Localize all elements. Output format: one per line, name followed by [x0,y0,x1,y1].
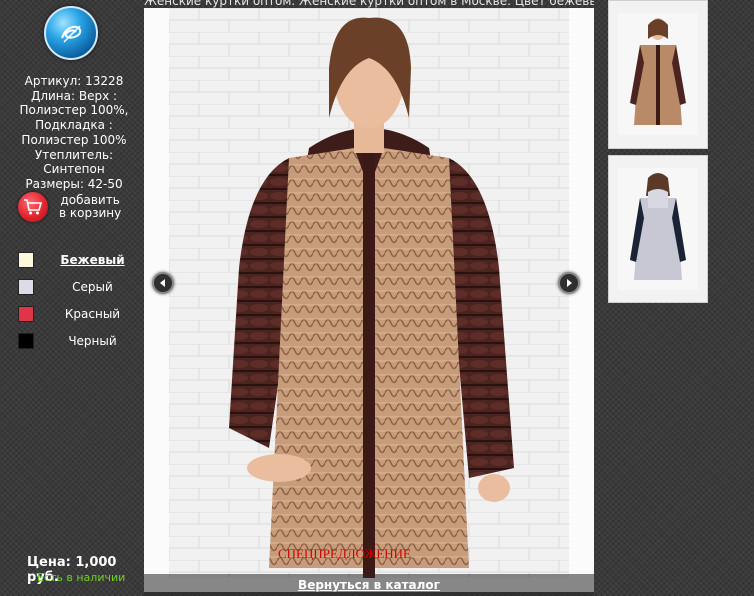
spec-line: Подкладка : [35,118,113,133]
thumbnail-grey[interactable] [608,155,708,303]
cart-icon [18,192,48,222]
spec-line: Артикул: 13228 [24,74,124,88]
color-swatch [18,305,34,322]
color-swatch [18,278,34,295]
spec-line: Утеплитель: [34,147,114,162]
color-option-red[interactable]: Красный [18,300,143,327]
back-to-catalog-link[interactable]: Вернуться в каталог [144,574,594,596]
product-info-panel: Артикул: 13228 Длина: Верх : Полиэстер 1… [0,0,148,596]
arrow-left-icon[interactable] [152,272,174,294]
cart-label-line2: в корзину [59,206,122,220]
color-swatch [18,251,34,268]
spec-line: Размеры: 42-50 [25,176,123,191]
color-label: Черный [68,333,117,348]
arrow-right-icon[interactable] [558,272,580,294]
product-image-viewer [144,8,594,592]
color-option-beige[interactable]: Бежевый [18,246,143,273]
thumbnail-image [618,168,698,290]
special-offer-label: спецпредложение [278,546,412,561]
add-to-cart-button[interactable]: добавить в корзину [18,192,138,222]
color-options: Бежевый Серый Красный Черный [18,246,143,354]
cart-label-line1: добавить [60,193,120,207]
color-label: Красный [64,306,121,321]
product-caption: Женские куртки оптом. Женские куртки опт… [144,0,594,8]
thumbnail-beige[interactable] [608,0,708,149]
color-label: Серый [72,279,113,294]
spec-line: Полиэстер 100%, [19,103,129,118]
spec-line: Синтепон [43,162,105,177]
color-label: Бежевый [60,252,125,267]
color-option-grey[interactable]: Серый [18,273,143,300]
product-specs: Артикул: 13228 Длина: Верх : Полиэстер 1… [8,74,140,192]
color-option-black[interactable]: Черный [18,327,143,354]
product-photo [169,8,569,578]
stock-status: Есть в наличии [37,571,126,584]
thumbnail-image [618,13,698,135]
spec-line: Длина: Верх : [30,88,118,103]
color-swatch [18,332,34,349]
add-to-cart-label: добавить в корзину [59,194,121,220]
spec-line: Полиэстер 100% [21,132,127,147]
logo-icon[interactable] [44,6,98,60]
